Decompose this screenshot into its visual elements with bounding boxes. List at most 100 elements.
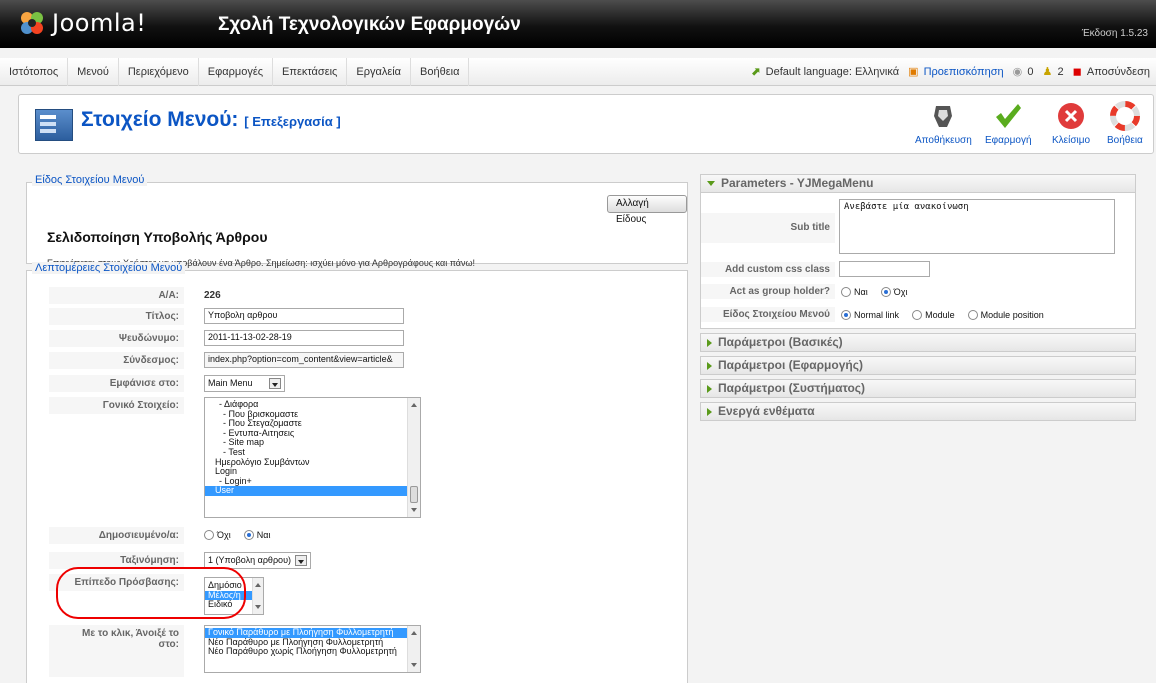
title-input[interactable]: Υποβολη αρθρου [204, 308, 404, 324]
access-scrollbar[interactable] [252, 578, 263, 614]
onclick-label-line2: στο: [158, 639, 179, 650]
id-value: 226 [204, 290, 221, 301]
parent-label: Γονικό Στοιχείο: [49, 397, 184, 414]
params-component-header[interactable]: Παράμετροι (Εφαρμογής) [700, 356, 1136, 375]
params-system-header[interactable]: Παράμετροι (Συστήματος) [700, 379, 1136, 398]
scroll-down-icon[interactable] [255, 605, 261, 609]
published-no-label: Όχι [217, 530, 231, 541]
link-input[interactable]: index.php?option=com_content&view=articl… [204, 352, 404, 368]
params-yjmegamenu-header[interactable]: Parameters - YJMegaMenu [700, 174, 1136, 193]
group-holder-radios: Ναι Όχι [841, 286, 917, 298]
params-component-title: Παράμετροι (Εφαρμογής) [718, 358, 863, 372]
messages-count[interactable]: 0 [1027, 66, 1033, 78]
parameters-panel: Parameters - YJMegaMenu Sub title Ανεβάσ… [700, 174, 1136, 434]
type-module-radio[interactable] [912, 310, 923, 321]
joomla-logo-icon [21, 12, 43, 34]
save-icon [934, 106, 953, 127]
help-lifebuoy-icon [1109, 101, 1140, 131]
menu-content[interactable]: Περιεχόμενο [119, 58, 199, 86]
page-subtitle: [ Επεξεργασία ] [244, 114, 341, 129]
help-button[interactable]: Βοήθεια [1107, 101, 1143, 146]
active-modules-title: Ενεργά ενθέματα [718, 404, 815, 418]
alias-label: Ψευδώνυμο: [49, 330, 184, 347]
item-type-radios: Normal link Module Module position [841, 309, 1054, 321]
params-basic-header[interactable]: Παράμετροι (Βασικές) [700, 333, 1136, 352]
collapsed-arrow-icon [707, 338, 712, 347]
users-count[interactable]: 2 [1057, 66, 1063, 78]
css-class-input[interactable] [839, 261, 930, 277]
menu-tools[interactable]: Εργαλεία [347, 58, 412, 86]
item-type-label: Είδος Στοιχείου Μενού [701, 307, 835, 322]
language-icon: ⬈ [751, 66, 761, 78]
onclick-option[interactable]: Νέο Παράθυρο χωρίς Πλοήγηση Φυλλομετρητή [205, 647, 420, 657]
published-yes-radio[interactable] [243, 530, 254, 541]
alias-input[interactable]: 2011-11-13-02-28-19 [204, 330, 404, 346]
type-normal-radio[interactable] [841, 310, 851, 321]
group-no-radio[interactable] [880, 287, 891, 298]
menu-site[interactable]: Ιστότοπος [0, 58, 69, 86]
published-yes-label: Ναι [256, 530, 271, 541]
published-no-radio[interactable] [204, 530, 214, 541]
scroll-down-icon[interactable] [411, 663, 417, 667]
published-label: Δημοσιευμένο/α: [49, 527, 184, 544]
subtitle-textarea[interactable]: Ανεβάστε μία ανακοίνωση [839, 199, 1115, 254]
group-yes-label: Ναι [854, 287, 868, 298]
parent-option-selected[interactable]: User [205, 486, 420, 496]
group-holder-label: Act as group holder? [701, 284, 835, 299]
menu-help[interactable]: Βοήθεια [411, 58, 470, 86]
type-normal-label: Normal link [854, 310, 900, 321]
onclick-label-line1: Με το κλικ, Άνοιξέ το [82, 628, 179, 639]
parent-item-listbox[interactable]: - Διάφορα - Που βρισκομαστε - Που Στεγαζ… [204, 397, 421, 518]
display-menu-value: Main Menu [208, 378, 253, 388]
scroll-up-icon[interactable] [255, 583, 261, 587]
published-radios: Όχι Ναι [204, 529, 280, 541]
parent-scrollbar[interactable] [407, 398, 420, 517]
onclick-target-listbox[interactable]: Γονικό Παράθυρο με Πλοήγηση Φυλλομετρητή… [204, 625, 421, 673]
close-button[interactable]: Κλείσιμο [1052, 101, 1090, 146]
display-menu-select[interactable]: Main Menu [204, 375, 285, 392]
params-basic-title: Παράμετροι (Βασικές) [718, 335, 843, 349]
item-type-legend: Είδος Στοιχείου Μενού [32, 174, 148, 186]
change-type-button[interactable]: Αλλαγή Είδους [607, 195, 687, 225]
params-yjmegamenu-body: Sub title Ανεβάστε μία ανακοίνωση Add cu… [700, 193, 1136, 329]
item-type-fieldset: Σελιδοποίηση Υποβολής Άρθρου Επιτρέπεται… [26, 182, 688, 268]
scroll-thumb[interactable] [410, 486, 418, 503]
preview-link[interactable]: Προεπισκόπηση [924, 66, 1004, 78]
parent-option[interactable]: Ημερολόγιο Συμβάντων [205, 457, 420, 468]
type-position-label: Module position [980, 310, 1044, 321]
version-label: Έκδοση 1.5.23 [1081, 28, 1148, 39]
highlight-annotation [56, 567, 246, 619]
details-legend: Λεπτομέρειες Στοιχείου Μενού [32, 262, 186, 274]
scroll-up-icon[interactable] [411, 631, 417, 635]
active-modules-header[interactable]: Ενεργά ενθέματα [700, 402, 1136, 421]
details-fieldset: Α/Α: 226 Τίτλος: Υποβολη αρθρου Ψευδώνυμ… [26, 270, 688, 683]
help-label: Βοήθεια [1107, 135, 1143, 146]
menu-components[interactable]: Εφαρμογές [199, 58, 274, 86]
logout-icon: ◼ [1072, 66, 1082, 78]
menu-extensions[interactable]: Επεκτάσεις [273, 58, 348, 86]
menu-item-page-icon [35, 109, 73, 141]
onclick-scrollbar[interactable] [407, 626, 420, 672]
page-title-text: Στοιχείο Μενού: [81, 108, 239, 131]
parent-option[interactable]: - Login+ [205, 476, 420, 487]
checkmark-icon [996, 104, 1022, 128]
css-class-label: Add custom css class [701, 262, 835, 277]
logout-link[interactable]: Αποσύνδεση [1087, 66, 1150, 78]
toolbar: Στοιχείο Μενού: [ Επεξεργασία ] Αποθήκευ… [18, 94, 1154, 154]
chevron-down-icon [268, 378, 281, 390]
scroll-down-icon[interactable] [411, 508, 417, 512]
expanded-arrow-icon [707, 181, 715, 187]
scroll-up-icon[interactable] [411, 403, 417, 407]
item-type-title: Σελιδοποίηση Υποβολής Άρθρου [47, 229, 268, 245]
collapsed-arrow-icon [707, 407, 712, 416]
users-icon: ♟ [1042, 66, 1053, 78]
collapsed-arrow-icon [707, 384, 712, 393]
admin-header: Joomla! Σχολή Τεχνολογικών Εφαρμογών Έκδ… [0, 0, 1156, 48]
apply-button[interactable]: Εφαρμογή [985, 101, 1032, 146]
save-button[interactable]: Αποθήκευση [915, 101, 972, 146]
group-yes-radio[interactable] [841, 287, 851, 298]
status-bar: ⬈ Default language: Ελληνικά ▣ Προεπισκό… [745, 58, 1150, 86]
menu-menus[interactable]: Μενού [68, 58, 119, 86]
type-position-radio[interactable] [967, 310, 978, 321]
params-yjmegamenu-title: Parameters - YJMegaMenu [721, 176, 874, 190]
